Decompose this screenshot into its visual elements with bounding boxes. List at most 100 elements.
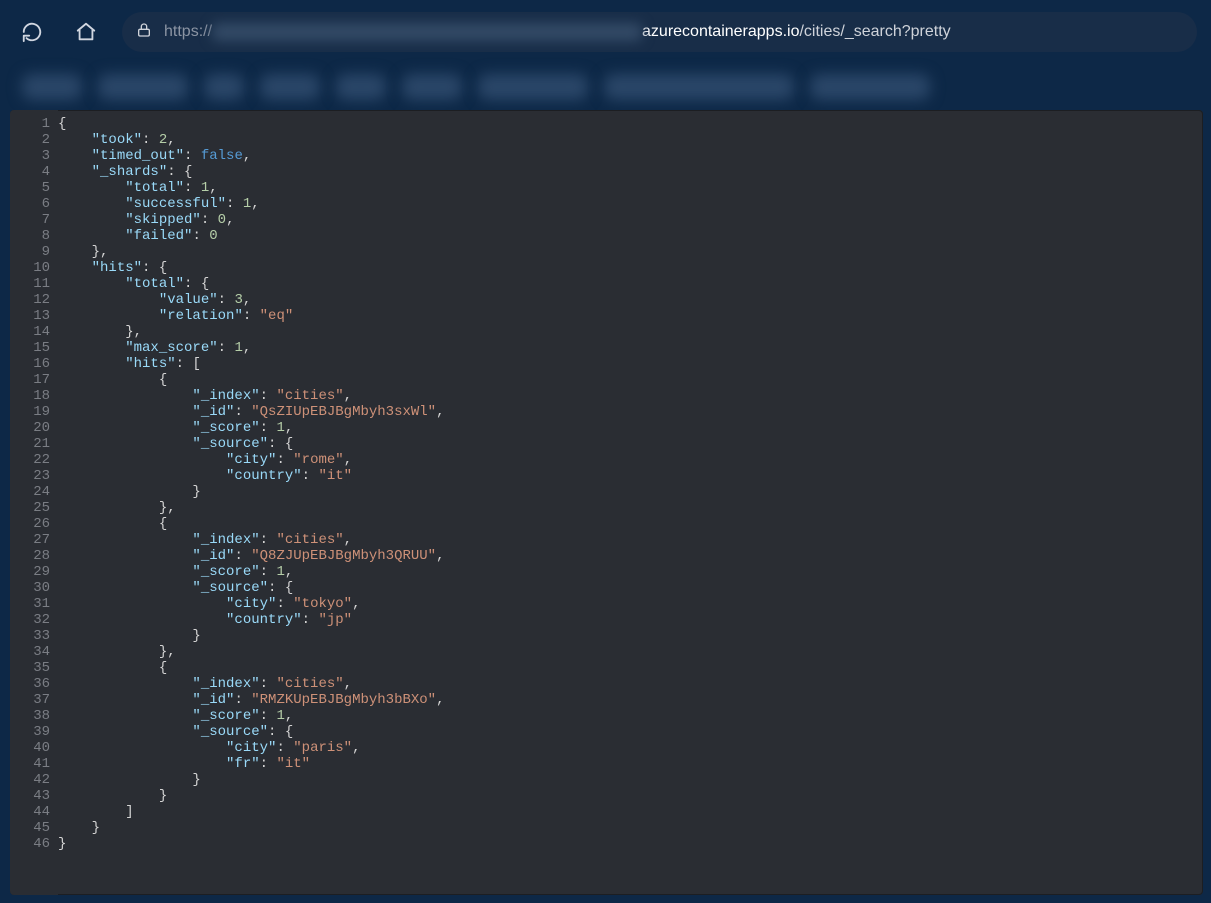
line-number: 38 [10,708,50,724]
favorite-item-blurred[interactable] [478,74,588,100]
favorite-item-blurred[interactable] [22,74,82,100]
line-number: 30 [10,580,50,596]
code-line: "_score": 1, [58,564,445,580]
code-line: { [58,516,445,532]
code-line: "_id": "Q8ZJUpEBJBgMbyh3QRUU", [58,548,445,564]
address-bar-text: https://azurecontainerapps.io/cities/_se… [164,23,951,41]
line-number: 7 [10,212,50,228]
reload-icon[interactable] [14,14,50,50]
line-number: 15 [10,340,50,356]
line-number: 4 [10,164,50,180]
code-line: "_source": { [58,580,445,596]
favorite-item-blurred[interactable] [604,74,794,100]
favorite-item-blurred[interactable] [204,74,244,100]
line-number: 31 [10,596,50,612]
favorites-bar [0,64,1211,110]
code-line: "_id": "QsZIUpEBJBgMbyh3sxWl", [58,404,445,420]
code-line: { [58,660,445,676]
line-number: 11 [10,276,50,292]
line-number: 14 [10,324,50,340]
line-number: 20 [10,420,50,436]
code-line: "_id": "RMZKUpEBJBgMbyh3bBXo", [58,692,445,708]
line-number: 12 [10,292,50,308]
line-number: 44 [10,804,50,820]
code-line: "hits": [ [58,356,445,372]
code-line: }, [58,644,445,660]
code-line: }, [58,500,445,516]
code-line: "max_score": 1, [58,340,445,356]
code-line: } [58,820,445,836]
code-line: "_score": 1, [58,420,445,436]
line-number: 16 [10,356,50,372]
code-line: } [58,484,445,500]
code-line: "city": "rome", [58,452,445,468]
favorite-item-blurred[interactable] [260,74,320,100]
line-number: 23 [10,468,50,484]
line-number: 29 [10,564,50,580]
line-number: 33 [10,628,50,644]
line-number: 18 [10,388,50,404]
code-line: "successful": 1, [58,196,445,212]
browser-toolbar: https://azurecontainerapps.io/cities/_se… [0,0,1211,64]
line-number: 45 [10,820,50,836]
favorite-item-blurred[interactable] [98,74,188,100]
json-viewer: 1234567891011121314151617181920212223242… [10,110,1203,895]
code-line: "_score": 1, [58,708,445,724]
line-number: 6 [10,196,50,212]
home-icon[interactable] [68,14,104,50]
code-line: "hits": { [58,260,445,276]
line-number: 17 [10,372,50,388]
code-line: "_source": { [58,724,445,740]
line-number: 13 [10,308,50,324]
favorite-item-blurred[interactable] [402,74,462,100]
line-number: 32 [10,612,50,628]
json-content: { "took": 2, "timed_out": false, "_shard… [58,110,445,895]
code-line: }, [58,244,445,260]
blurred-host-segment [212,23,642,41]
line-number: 22 [10,452,50,468]
code-line: } [58,836,445,852]
line-number: 8 [10,228,50,244]
code-line: } [58,628,445,644]
code-line: "city": "paris", [58,740,445,756]
line-number: 41 [10,756,50,772]
code-line: "_shards": { [58,164,445,180]
code-line: "failed": 0 [58,228,445,244]
favorite-item-blurred[interactable] [336,74,386,100]
lock-icon [136,22,152,43]
favorite-item-blurred[interactable] [810,74,930,100]
code-line: "relation": "eq" [58,308,445,324]
line-number: 34 [10,644,50,660]
line-number: 40 [10,740,50,756]
line-number: 35 [10,660,50,676]
line-number: 9 [10,244,50,260]
code-line: "country": "jp" [58,612,445,628]
code-line: "took": 2, [58,132,445,148]
address-bar[interactable]: https://azurecontainerapps.io/cities/_se… [122,12,1197,52]
code-line: "_index": "cities", [58,532,445,548]
line-number: 37 [10,692,50,708]
code-line: "skipped": 0, [58,212,445,228]
line-number: 21 [10,436,50,452]
code-line: }, [58,324,445,340]
line-number: 26 [10,516,50,532]
code-line: { [58,116,445,132]
line-number: 19 [10,404,50,420]
line-number: 27 [10,532,50,548]
line-number: 28 [10,548,50,564]
code-line: "fr": "it" [58,756,445,772]
line-gutter: 1234567891011121314151617181920212223242… [10,110,58,895]
code-line: "timed_out": false, [58,148,445,164]
line-number: 39 [10,724,50,740]
line-number: 36 [10,676,50,692]
line-number: 24 [10,484,50,500]
code-line: "_index": "cities", [58,388,445,404]
code-line: "_index": "cities", [58,676,445,692]
code-line: ] [58,804,445,820]
line-number: 1 [10,116,50,132]
line-number: 5 [10,180,50,196]
line-number: 42 [10,772,50,788]
code-line: "value": 3, [58,292,445,308]
line-number: 46 [10,836,50,852]
line-number: 2 [10,132,50,148]
